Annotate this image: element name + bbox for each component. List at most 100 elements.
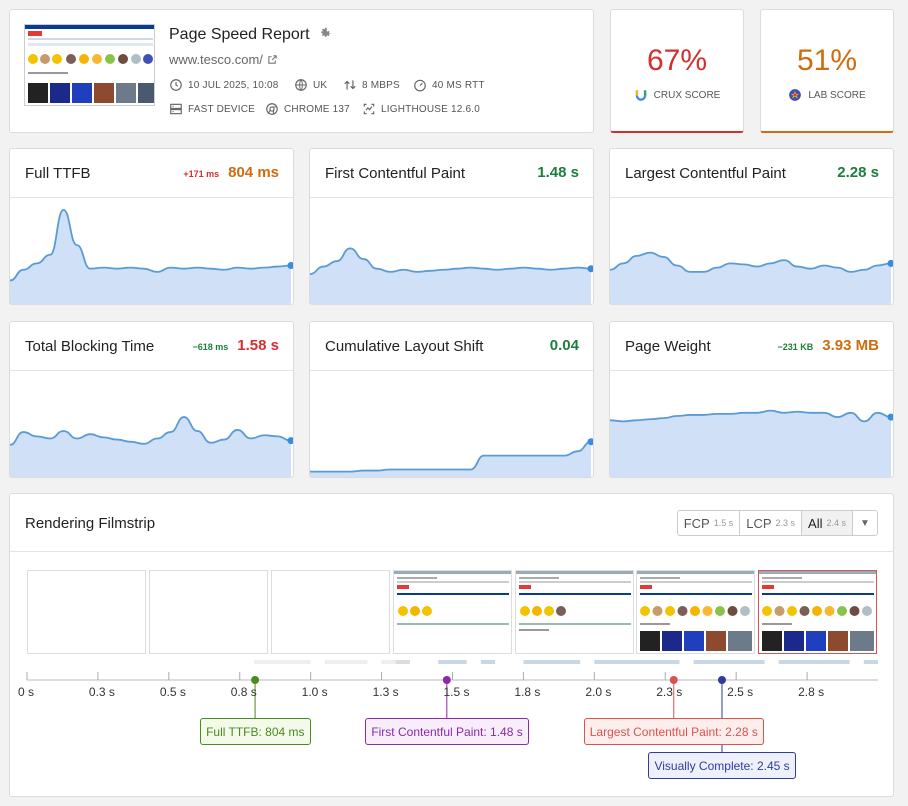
lab-score-label-row: LAB SCORE — [761, 88, 893, 102]
timeline-tick-label: 0.3 s — [88, 685, 115, 699]
timeline-tick-label: 1.3 s — [372, 685, 399, 699]
activity-bar — [438, 660, 467, 664]
activity-bar — [253, 660, 311, 664]
range-option-all[interactable]: All 2.4 s — [802, 511, 853, 535]
metric-value: 3.93 MB — [822, 337, 879, 354]
gear-icon[interactable] — [318, 26, 332, 40]
meta-bandwidth: 8 MBPS — [343, 78, 400, 92]
marker-label[interactable]: Full TTFB: 804 ms — [200, 718, 311, 745]
rendering-filmstrip: Rendering Filmstrip FCP 1.5 s LCP 2.3 s Al… — [9, 493, 894, 797]
metric-card-cls[interactable]: Cumulative Layout Shift 0.04 — [309, 321, 594, 478]
marker-label[interactable]: Largest Contentful Paint: 2.28 s — [583, 718, 764, 745]
external-link-icon[interactable] — [267, 54, 278, 65]
timeline-tick-label: 0.5 s — [159, 685, 186, 699]
filmstrip-frame[interactable] — [149, 570, 268, 654]
page-title: Page Speed Report — [169, 26, 332, 44]
lab-score-value: 51% — [796, 44, 858, 77]
metric-card-lcp[interactable]: Largest Contentful Paint 2.28 s — [609, 148, 894, 305]
filmstrip-frame[interactable] — [393, 570, 512, 654]
metric-title: Page Weight — [625, 338, 711, 355]
crux-icon — [635, 90, 646, 101]
activity-bar — [594, 660, 680, 664]
metric-value: 1.48 s — [537, 164, 579, 181]
filmstrip-frame[interactable] — [636, 570, 755, 654]
timeline-tick-label: 0 s — [18, 685, 35, 699]
bandwidth-icon — [344, 80, 356, 90]
meta-lighthouse: LIGHTHOUSE 12.6.0 — [362, 102, 480, 116]
metric-delta: +171 ms — [183, 169, 220, 179]
metric-delta: −231 KB — [777, 342, 814, 352]
trend-area — [610, 252, 891, 304]
page-url[interactable]: www.tesco.com/ — [169, 52, 278, 67]
range-option-fcp[interactable]: FCP 1.5 s — [677, 511, 741, 535]
crux-score-card[interactable]: 67% CRUX SCORE — [610, 9, 744, 133]
meta-browser-text: CHROME 137 — [284, 103, 350, 115]
metric-trend-chart[interactable] — [10, 370, 293, 477]
globe-icon — [295, 79, 307, 91]
activity-bar — [395, 660, 410, 664]
timeline-tick-label: 2.8 s — [798, 685, 825, 699]
filmstrip-frame[interactable] — [27, 570, 146, 654]
metric-value: 804 ms — [228, 164, 279, 181]
activity-bar — [480, 660, 496, 664]
activity-bar — [324, 660, 368, 664]
crux-score-value: 67% — [646, 44, 708, 77]
lab-score-card[interactable]: 51% LAB SCORE — [760, 9, 894, 133]
metric-trend-chart[interactable] — [610, 370, 893, 477]
metric-card-ttfb[interactable]: Full TTFB +171 ms 804 ms — [9, 148, 294, 305]
metric-value: 2.28 s — [837, 164, 879, 181]
report-title: Page Speed Report — [169, 26, 310, 43]
lab-icon — [789, 89, 802, 101]
meta-bandwidth-text: 8 MBPS — [362, 79, 400, 91]
metric-title: Total Blocking Time — [25, 338, 155, 355]
meta-date: 10 JUL 2025, 10:08 — [169, 78, 279, 92]
marker-dot[interactable] — [251, 676, 260, 684]
trend-area — [10, 417, 291, 477]
metric-trend-chart[interactable] — [610, 197, 893, 304]
metric-trend-chart[interactable] — [10, 197, 293, 304]
meta-device-text: FAST DEVICE — [188, 103, 256, 115]
metric-card-fcp[interactable]: First Contentful Paint 1.48 s — [309, 148, 594, 305]
timeline-tick-label: 1.8 s — [514, 685, 541, 699]
metric-card-tbt[interactable]: Total Blocking Time −618 ms 1.58 s — [9, 321, 294, 478]
lighthouse-icon — [363, 103, 375, 115]
metric-title: Full TTFB — [25, 165, 91, 182]
range-option-lcp[interactable]: LCP 2.3 s — [740, 511, 803, 535]
chevron-down-icon[interactable]: ▼ — [853, 511, 877, 535]
filmstrip-title: Rendering Filmstrip — [25, 515, 156, 532]
clock-icon — [170, 79, 182, 91]
metric-value: 0.04 — [549, 337, 579, 354]
timeline-tick-label: 1.0 s — [301, 685, 328, 699]
meta-location: UK — [294, 78, 327, 92]
crux-score-label-row: CRUX SCORE — [611, 88, 743, 102]
meta-browser: CHROME 137 — [265, 102, 350, 116]
metric-value: 1.58 s — [237, 337, 279, 354]
metric-trend-chart[interactable] — [310, 370, 593, 477]
trend-area — [610, 410, 891, 477]
marker-label[interactable]: Visually Complete: 2.45 s — [648, 752, 796, 779]
url-link[interactable]: www.tesco.com/ — [169, 52, 263, 67]
lab-score-label: LAB SCORE — [808, 89, 866, 101]
filmstrip-range-selector: FCP 1.5 s LCP 2.3 s All 2.4 s ▼ — [676, 510, 878, 536]
activity-bar — [523, 660, 581, 664]
metric-trend-chart[interactable] — [310, 197, 593, 304]
report-header: Page Speed Report www.tesco.com/ 10 JUL … — [9, 9, 594, 133]
metric-title: Cumulative Layout Shift — [325, 338, 484, 355]
chrome-icon — [266, 103, 278, 115]
range-option-time: 1.5 s — [713, 518, 734, 528]
metric-delta: −618 ms — [192, 342, 229, 352]
metric-title: Largest Contentful Paint — [625, 165, 786, 182]
filmstrip-frame[interactable] — [271, 570, 390, 654]
timeline-tick-label: 1.5 s — [443, 685, 470, 699]
page-thumbnail[interactable] — [24, 24, 155, 106]
marker-dot[interactable] — [669, 676, 678, 684]
metric-card-page-weight[interactable]: Page Weight −231 KB 3.93 MB — [609, 321, 894, 478]
marker-label[interactable]: First Contentful Paint: 1.48 s — [365, 718, 529, 745]
marker-dot[interactable] — [442, 676, 451, 684]
filmstrip-frame[interactable] — [758, 570, 877, 654]
range-option-label: LCP — [746, 515, 772, 531]
range-option-label: All — [808, 515, 823, 531]
meta-rtt-text: 40 MS RTT — [432, 79, 485, 91]
filmstrip-frame[interactable] — [515, 570, 634, 654]
marker-dot[interactable] — [717, 676, 726, 684]
